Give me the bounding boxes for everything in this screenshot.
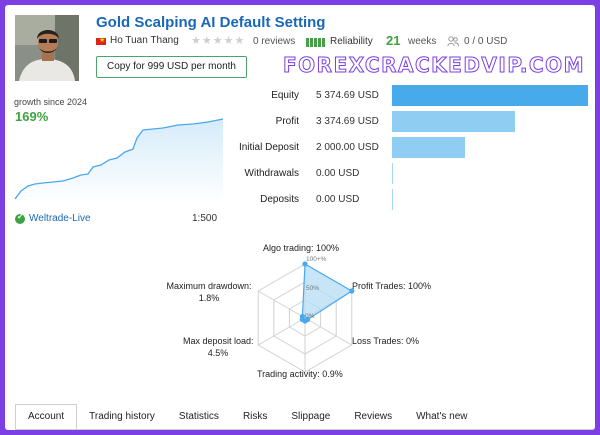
profit-trades-label: Profit Trades: 100%: [352, 281, 432, 291]
loss-trades-label: Loss Trades: 0%: [352, 336, 420, 346]
tab-whats-new[interactable]: What's new: [404, 404, 479, 430]
radar-tick-label: 100+%: [306, 256, 327, 263]
max-drawdown-value: 1.8%: [198, 293, 220, 303]
trading-activity-label: Trading activity: 0.9%: [257, 369, 343, 379]
tab-slippage[interactable]: Slippage: [279, 404, 342, 430]
radar-tick-label: 0%: [305, 313, 315, 320]
signal-card: Gold Scalping AI Default Setting ★ Ho Tu…: [5, 5, 595, 430]
tab-account[interactable]: Account: [15, 404, 78, 430]
tab-bar: Account Trading history Statistics Risks…: [15, 404, 479, 430]
max-deposit-load-title: Max deposit load:: [183, 336, 254, 346]
tab-risks[interactable]: Risks: [231, 404, 279, 430]
radar-tick-label: 50%: [306, 285, 319, 292]
max-drawdown-title: Maximum drawdown:: [166, 281, 252, 291]
max-deposit-load-value: 4.5%: [207, 348, 229, 358]
max-drawdown-label: Maximum drawdown: 1.8%: [163, 281, 255, 303]
tab-statistics[interactable]: Statistics: [167, 404, 231, 430]
tab-divider: [15, 429, 595, 430]
algo-trading-label: Algo trading: 100%: [263, 243, 340, 253]
radar-chart[interactable]: 100+% 50% 0%: [5, 5, 595, 395]
tab-reviews[interactable]: Reviews: [342, 404, 404, 430]
tab-trading-history[interactable]: Trading history: [77, 404, 167, 430]
max-deposit-load-label: Max deposit load: 4.5%: [183, 336, 254, 358]
